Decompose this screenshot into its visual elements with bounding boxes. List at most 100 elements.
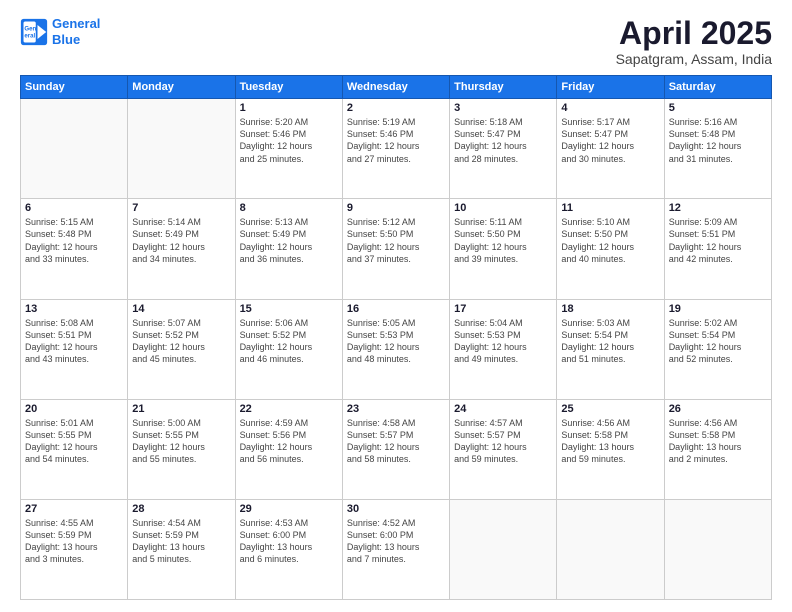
day-info: Sunrise: 5:20 AM Sunset: 5:46 PM Dayligh… [240,116,338,165]
header: Gen eral General Blue April 2025 Sapatgr… [20,16,772,67]
logo: Gen eral General Blue [20,16,100,47]
day-number: 6 [25,202,123,214]
day-info: Sunrise: 5:06 AM Sunset: 5:52 PM Dayligh… [240,317,338,366]
calendar-cell [557,499,664,599]
calendar-cell: 9 Sunrise: 5:12 AM Sunset: 5:50 PM Daylig… [342,199,449,299]
day-number: 23 [347,403,445,415]
calendar-cell: 23 Sunrise: 4:58 AM Sunset: 5:57 PM Dayli… [342,399,449,499]
calendar-cell: 17Sunrise: 5:04 AM Sunset: 5:53 PM Dayli… [450,299,557,399]
calendar-cell: 3 Sunrise: 5:18 AM Sunset: 5:47 PM Daylig… [450,99,557,199]
calendar-cell: 6 Sunrise: 5:15 AM Sunset: 5:48 PM Daylig… [21,199,128,299]
day-number: 25 [561,403,659,415]
day-info: Sunrise: 5:03 AM Sunset: 5:54 PM Dayligh… [561,317,659,366]
day-info: Sunrise: 5:01 AM Sunset: 5:55 PM Dayligh… [25,417,123,466]
calendar-cell: 25 Sunrise: 4:56 AM Sunset: 5:58 PM Dayli… [557,399,664,499]
weekday-header-cell: Saturday [664,76,771,99]
calendar-cell: 24Sunrise: 4:57 AM Sunset: 5:57 PM Dayli… [450,399,557,499]
svg-text:Gen: Gen [24,25,36,32]
calendar-cell: 4Sunrise: 5:17 AM Sunset: 5:47 PM Daylig… [557,99,664,199]
day-info: Sunrise: 5:18 AM Sunset: 5:47 PM Dayligh… [454,116,552,165]
day-info: Sunrise: 4:56 AM Sunset: 5:58 PM Dayligh… [669,417,767,466]
calendar-table: SundayMondayTuesdayWednesdayThursdayFrid… [20,75,772,600]
logo-text: General Blue [52,16,100,47]
weekday-header-cell: Monday [128,76,235,99]
weekday-header-cell: Wednesday [342,76,449,99]
calendar-cell: 28 Sunrise: 4:54 AM Sunset: 5:59 PM Dayli… [128,499,235,599]
day-number: 1 [240,102,338,114]
calendar-cell: 16 Sunrise: 5:05 AM Sunset: 5:53 PM Dayli… [342,299,449,399]
day-info: Sunrise: 5:12 AM Sunset: 5:50 PM Dayligh… [347,216,445,265]
day-info: Sunrise: 4:56 AM Sunset: 5:58 PM Dayligh… [561,417,659,466]
day-number: 7 [132,202,230,214]
day-number: 30 [347,503,445,515]
day-number: 11 [561,202,659,214]
day-number: 15 [240,303,338,315]
day-info: Sunrise: 5:07 AM Sunset: 5:52 PM Dayligh… [132,317,230,366]
calendar-cell: 30 Sunrise: 4:52 AM Sunset: 6:00 PM Dayli… [342,499,449,599]
day-number: 8 [240,202,338,214]
main-title: April 2025 [616,16,772,51]
day-number: 27 [25,503,123,515]
day-info: Sunrise: 5:11 AM Sunset: 5:50 PM Dayligh… [454,216,552,265]
day-number: 26 [669,403,767,415]
day-number: 9 [347,202,445,214]
calendar-cell: 19 Sunrise: 5:02 AM Sunset: 5:54 PM Dayli… [664,299,771,399]
calendar-cell: 5 Sunrise: 5:16 AM Sunset: 5:48 PM Daylig… [664,99,771,199]
weekday-header-cell: Sunday [21,76,128,99]
calendar-cell: 22Sunrise: 4:59 AM Sunset: 5:56 PM Dayli… [235,399,342,499]
calendar-cell: 2 Sunrise: 5:19 AM Sunset: 5:46 PM Daylig… [342,99,449,199]
day-number: 10 [454,202,552,214]
logo-line2: Blue [52,32,80,47]
calendar-cell: 21Sunrise: 5:00 AM Sunset: 5:55 PM Dayli… [128,399,235,499]
day-info: Sunrise: 5:10 AM Sunset: 5:50 PM Dayligh… [561,216,659,265]
title-block: April 2025 Sapatgram, Assam, India [616,16,772,67]
day-number: 29 [240,503,338,515]
day-info: Sunrise: 4:58 AM Sunset: 5:57 PM Dayligh… [347,417,445,466]
day-number: 5 [669,102,767,114]
calendar-cell [21,99,128,199]
day-info: Sunrise: 4:55 AM Sunset: 5:59 PM Dayligh… [25,517,123,566]
weekday-header-cell: Thursday [450,76,557,99]
weekday-header-cell: Tuesday [235,76,342,99]
day-number: 28 [132,503,230,515]
day-info: Sunrise: 5:02 AM Sunset: 5:54 PM Dayligh… [669,317,767,366]
day-number: 16 [347,303,445,315]
day-info: Sunrise: 5:08 AM Sunset: 5:51 PM Dayligh… [25,317,123,366]
day-info: Sunrise: 5:19 AM Sunset: 5:46 PM Dayligh… [347,116,445,165]
day-info: Sunrise: 5:14 AM Sunset: 5:49 PM Dayligh… [132,216,230,265]
day-info: Sunrise: 4:57 AM Sunset: 5:57 PM Dayligh… [454,417,552,466]
calendar-cell: 29Sunrise: 4:53 AM Sunset: 6:00 PM Dayli… [235,499,342,599]
calendar-cell: 18Sunrise: 5:03 AM Sunset: 5:54 PM Dayli… [557,299,664,399]
calendar-cell [128,99,235,199]
calendar-cell: 11 Sunrise: 5:10 AM Sunset: 5:50 PM Dayli… [557,199,664,299]
day-info: Sunrise: 4:52 AM Sunset: 6:00 PM Dayligh… [347,517,445,566]
calendar-cell: 7 Sunrise: 5:14 AM Sunset: 5:49 PM Daylig… [128,199,235,299]
day-info: Sunrise: 5:13 AM Sunset: 5:49 PM Dayligh… [240,216,338,265]
day-number: 20 [25,403,123,415]
day-info: Sunrise: 5:05 AM Sunset: 5:53 PM Dayligh… [347,317,445,366]
day-number: 2 [347,102,445,114]
calendar-cell: 20 Sunrise: 5:01 AM Sunset: 5:55 PM Dayli… [21,399,128,499]
day-info: Sunrise: 4:54 AM Sunset: 5:59 PM Dayligh… [132,517,230,566]
calendar-cell: 14Sunrise: 5:07 AM Sunset: 5:52 PM Dayli… [128,299,235,399]
day-number: 12 [669,202,767,214]
subtitle: Sapatgram, Assam, India [616,51,772,67]
day-info: Sunrise: 5:16 AM Sunset: 5:48 PM Dayligh… [669,116,767,165]
day-number: 19 [669,303,767,315]
calendar-cell: 26 Sunrise: 4:56 AM Sunset: 5:58 PM Dayli… [664,399,771,499]
day-info: Sunrise: 4:59 AM Sunset: 5:56 PM Dayligh… [240,417,338,466]
weekday-header-cell: Friday [557,76,664,99]
day-number: 17 [454,303,552,315]
calendar-cell: 12 Sunrise: 5:09 AM Sunset: 5:51 PM Dayli… [664,199,771,299]
calendar-cell: 27 Sunrise: 4:55 AM Sunset: 5:59 PM Dayli… [21,499,128,599]
day-number: 21 [132,403,230,415]
day-info: Sunrise: 5:09 AM Sunset: 5:51 PM Dayligh… [669,216,767,265]
calendar-cell [450,499,557,599]
day-number: 3 [454,102,552,114]
calendar-cell: 1 Sunrise: 5:20 AM Sunset: 5:46 PM Daylig… [235,99,342,199]
logo-line1: General [52,16,100,31]
day-number: 13 [25,303,123,315]
day-info: Sunrise: 5:15 AM Sunset: 5:48 PM Dayligh… [25,216,123,265]
svg-text:eral: eral [24,32,35,39]
day-info: Sunrise: 5:17 AM Sunset: 5:47 PM Dayligh… [561,116,659,165]
